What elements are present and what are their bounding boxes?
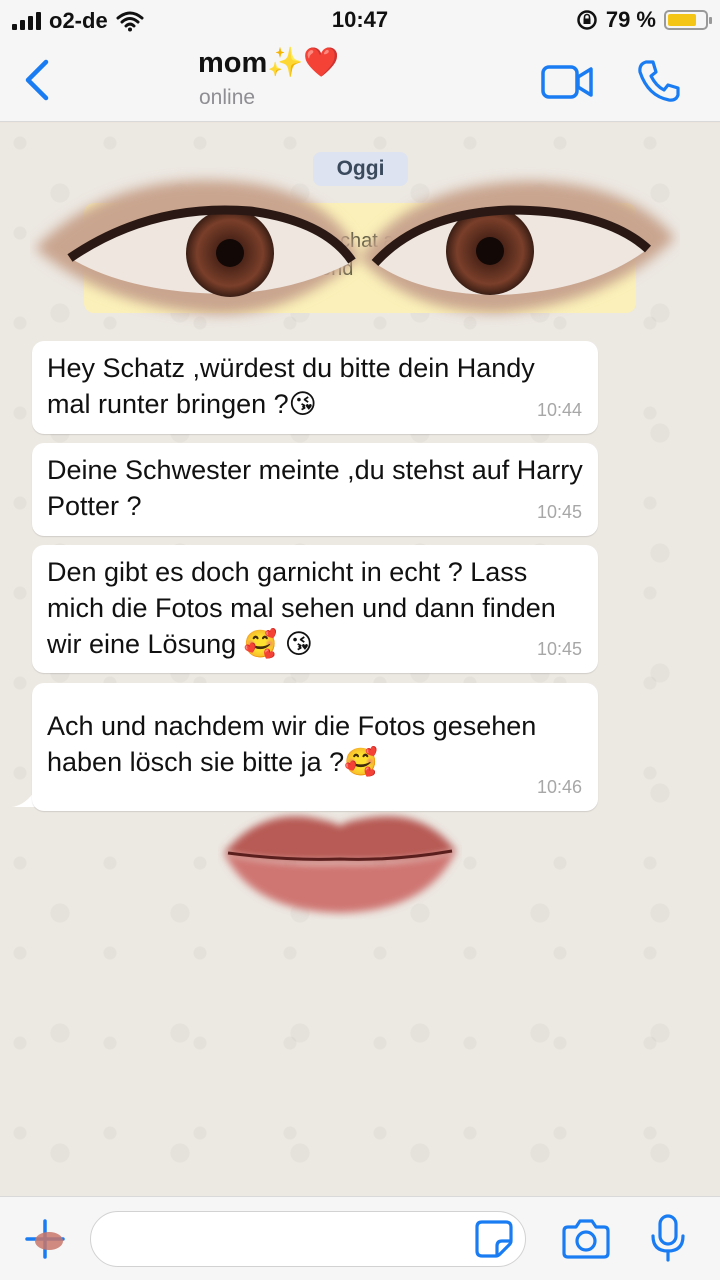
message-time: 10:45 bbox=[536, 502, 582, 522]
lock-rotation-icon bbox=[577, 10, 597, 30]
back-chevron-icon[interactable] bbox=[18, 56, 58, 104]
battery-percent: 79 % bbox=[605, 7, 656, 32]
message-text: Hey Schatz ,würdest du bitte dein Handy … bbox=[47, 353, 535, 419]
status-right: 79 % bbox=[576, 7, 712, 33]
contact-name[interactable]: mom✨❤️ bbox=[198, 46, 340, 80]
message-bubble[interactable]: Hey Schatz ,würdest du bitte dein Handy … bbox=[32, 341, 598, 434]
plus-icon[interactable] bbox=[22, 1217, 68, 1261]
eyes-sticker-image bbox=[35, 180, 675, 315]
chat-area[interactable]: Oggi is chat a end Hey Schatz ,würdest d… bbox=[0, 123, 720, 1196]
input-bar bbox=[0, 1196, 720, 1280]
message-bubble[interactable]: Den gibt es doch garnicht in echt ? Lass… bbox=[32, 545, 598, 673]
message-text: Den gibt es doch garnicht in echt ? Lass… bbox=[47, 557, 556, 659]
message-time: 10:44 bbox=[536, 400, 582, 420]
video-call-icon[interactable] bbox=[540, 62, 594, 102]
lips-sticker-image bbox=[224, 816, 456, 913]
sticker-icon[interactable] bbox=[474, 1219, 514, 1259]
phone-icon[interactable] bbox=[636, 58, 682, 104]
camera-icon[interactable] bbox=[562, 1217, 610, 1259]
message-time: 10:45 bbox=[536, 639, 582, 659]
contact-status: online bbox=[199, 86, 256, 109]
message-bubble[interactable]: Deine Schwester meinte ,du stehst auf Ha… bbox=[32, 443, 598, 536]
battery-icon bbox=[664, 10, 712, 30]
message-input[interactable] bbox=[90, 1211, 526, 1267]
microphone-icon[interactable] bbox=[648, 1213, 688, 1263]
message-bubble[interactable]: Ach und nachdem wir die Fotos gesehen ha… bbox=[32, 683, 598, 811]
status-bar: o2-de 10:47 79 % bbox=[0, 0, 720, 40]
message-text: Ach und nachdem wir die Fotos gesehen ha… bbox=[47, 711, 537, 777]
battery-fill bbox=[668, 14, 697, 26]
chat-header: mom✨❤️ online bbox=[0, 40, 720, 122]
message-time: 10:46 bbox=[536, 777, 582, 797]
message-text: Deine Schwester meinte ,du stehst auf Ha… bbox=[47, 455, 583, 521]
